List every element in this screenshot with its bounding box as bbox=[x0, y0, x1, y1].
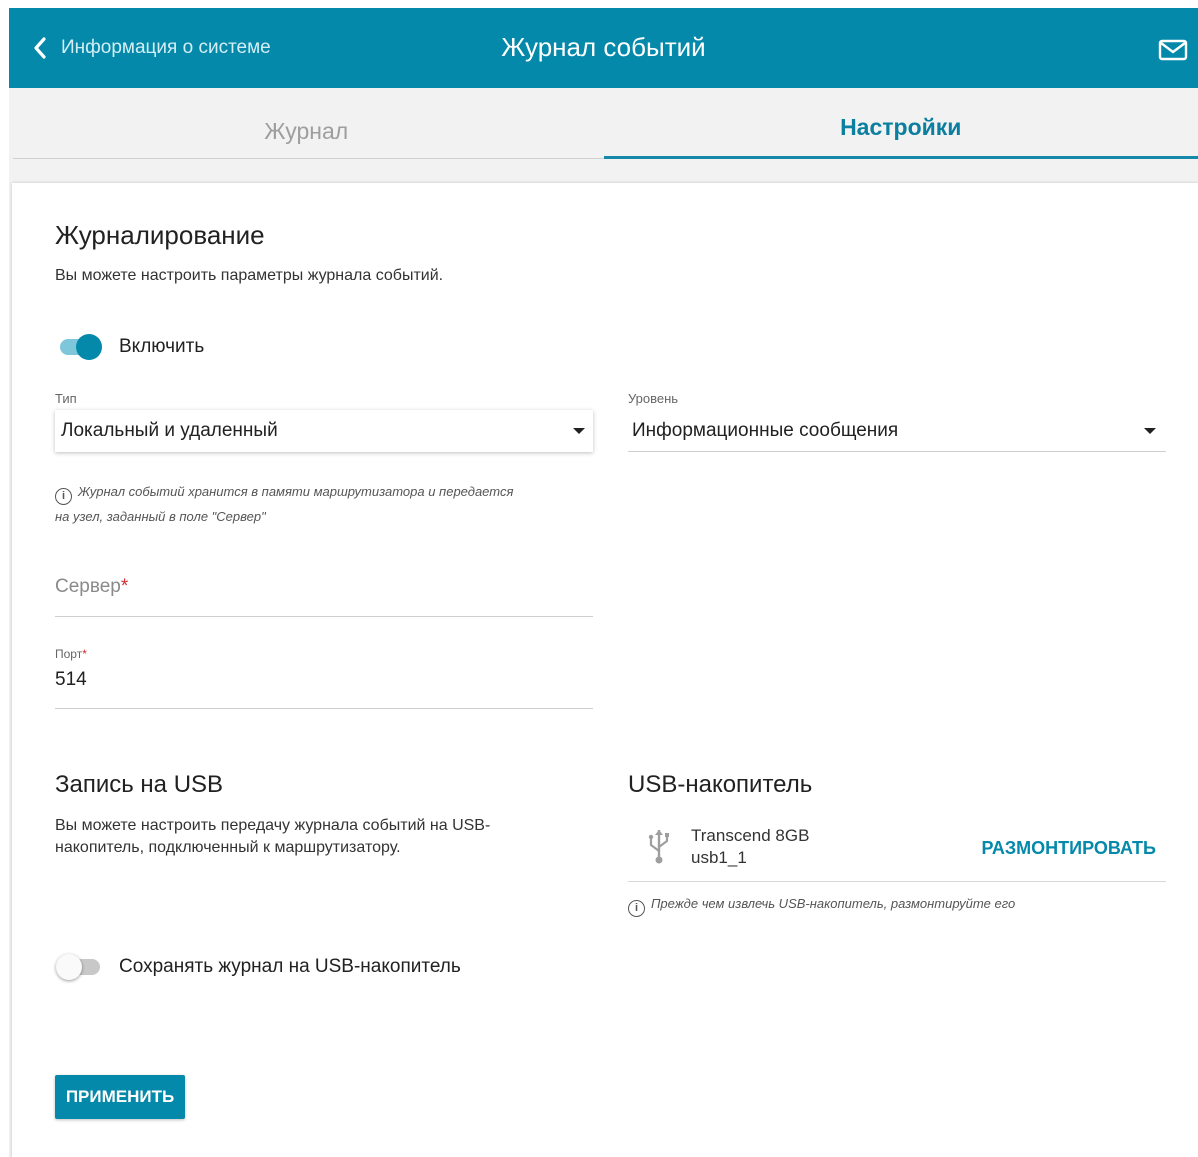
settings-card: Журналирование Вы можете настроить парам… bbox=[12, 183, 1198, 1157]
type-select[interactable]: Локальный и удаленный bbox=[55, 410, 593, 452]
mail-icon[interactable] bbox=[1158, 38, 1188, 62]
type-hint-line1: Журнал событий хранится в памяти маршрут… bbox=[78, 484, 514, 499]
usb-device-row: Transcend 8GB usb1_1 РАЗМОНТИРОВАТЬ bbox=[628, 819, 1166, 882]
port-required-mark: * bbox=[82, 647, 87, 661]
level-select-value: Информационные сообщения bbox=[632, 419, 899, 441]
usb-record-description: Вы можете настроить передачу журнала соб… bbox=[55, 815, 490, 859]
apply-button[interactable]: ПРИМЕНИТЬ bbox=[55, 1075, 185, 1119]
server-placeholder: Сервер bbox=[55, 576, 121, 597]
enable-logging-toggle[interactable] bbox=[56, 333, 102, 360]
level-field-label: Уровень bbox=[628, 391, 679, 406]
enable-logging-label: Включить bbox=[119, 336, 205, 357]
type-hint-line2: на узел, заданный в поле "Сервер" bbox=[55, 508, 266, 524]
info-icon: i bbox=[628, 899, 645, 917]
unmount-button[interactable]: РАЗМОНТИРОВАТЬ bbox=[981, 838, 1156, 859]
usb-record-description-line1: Вы можете настроить передачу журнала соб… bbox=[55, 817, 491, 834]
usb-device-info: Transcend 8GB usb1_1 bbox=[691, 825, 809, 869]
tab-settings[interactable]: Настройки bbox=[603, 88, 1198, 160]
save-to-usb-toggle[interactable] bbox=[56, 953, 102, 980]
page-title: Журнал событий bbox=[501, 32, 706, 62]
usb-device-name: Transcend 8GB bbox=[691, 826, 810, 845]
usb-record-title: Запись на USB bbox=[55, 771, 224, 798]
type-select-value: Локальный и удаленный bbox=[61, 420, 278, 441]
logging-section-title: Журналирование bbox=[55, 220, 265, 250]
server-required-mark: * bbox=[120, 576, 129, 597]
usb-drive-hint: i Прежде чем извлечь USB-накопитель, разм… bbox=[628, 892, 1015, 917]
usb-drive-hint-text: Прежде чем извлечь USB-накопитель, размо… bbox=[651, 896, 1016, 911]
type-field-label: Тип bbox=[55, 391, 77, 406]
top-bar: Информация о системе Журнал событий bbox=[9, 8, 1198, 88]
port-value: 514 bbox=[55, 669, 87, 690]
save-to-usb-label: Сохранять журнал на USB-накопитель bbox=[119, 956, 461, 977]
toggle-knob bbox=[56, 954, 82, 980]
usb-drive-title: USB-накопитель bbox=[628, 771, 813, 798]
tab-bar: Журнал Настройки bbox=[9, 88, 1198, 160]
server-input[interactable]: Сервер* bbox=[55, 576, 593, 617]
dropdown-arrow-icon bbox=[1144, 427, 1156, 434]
dropdown-arrow-icon bbox=[573, 428, 585, 434]
toggle-knob bbox=[76, 334, 102, 360]
tab-journal[interactable]: Журнал bbox=[9, 88, 604, 160]
port-input[interactable]: 514 bbox=[55, 669, 593, 709]
port-label-text: Порт bbox=[55, 647, 83, 661]
port-field-label: Порт* bbox=[55, 647, 87, 661]
usb-icon bbox=[648, 830, 669, 864]
usb-record-description-line2: накопитель, подключенный к маршрутизатор… bbox=[55, 839, 401, 856]
type-hint: i Журнал событий хранится в памяти маршру… bbox=[55, 480, 615, 529]
logging-description: Вы можете настроить параметры журнала со… bbox=[55, 267, 444, 284]
level-select[interactable]: Информационные сообщения bbox=[628, 410, 1166, 452]
usb-device-id: usb1_1 bbox=[691, 848, 747, 867]
info-icon: i bbox=[55, 487, 72, 505]
